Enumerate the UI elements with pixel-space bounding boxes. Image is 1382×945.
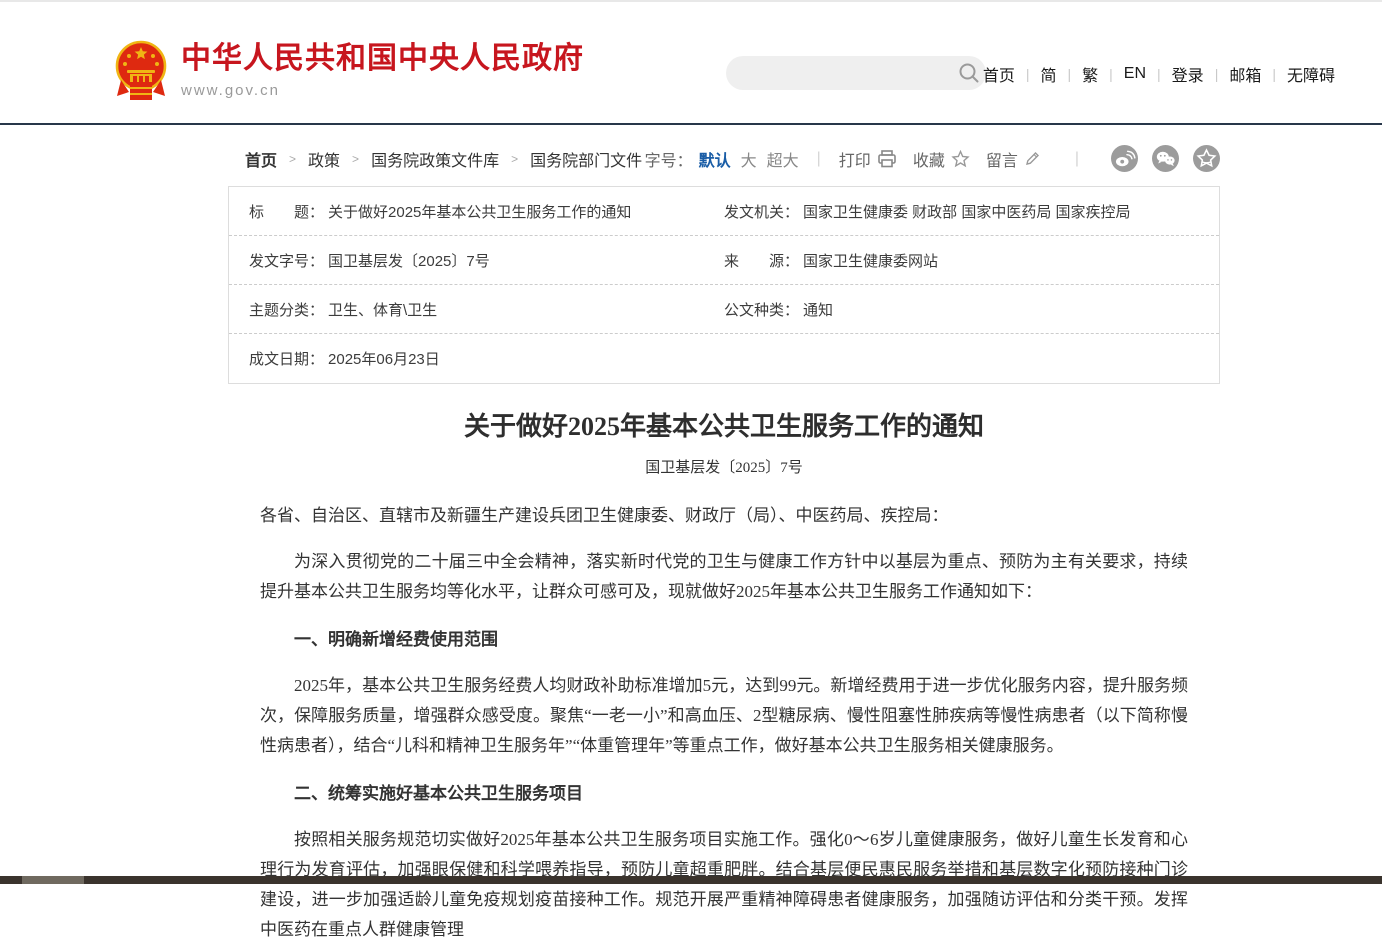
site-header: 中华人民共和国中央人民政府 www.gov.cn 首页 | 简 | 繁 | EN | 登…: [0, 2, 1382, 123]
table-row: 主题分类： 卫生、体育\卫生 公文种类： 通知: [229, 285, 1219, 334]
meta-label-issuing-org: 发文机关：: [724, 201, 799, 222]
article-paragraph: 各省、自治区、直辖市及新疆生产建设兵团卫生健康委、财政厅（局）、中医药局、疾控局…: [260, 501, 1188, 531]
nav-traditional[interactable]: 繁: [1082, 62, 1098, 86]
nav-separator: |: [1109, 66, 1113, 82]
favorite-label: 收藏: [913, 147, 945, 171]
scrollbar-thumb[interactable]: [22, 876, 84, 884]
meta-value-source: 国家卫生健康委网站: [803, 250, 938, 271]
page-title: 关于做好2025年基本公共卫生服务工作的通知: [260, 406, 1188, 443]
meta-value-title: 关于做好2025年基本公共卫生服务工作的通知: [328, 201, 631, 222]
meta-label-doc-number: 发文字号：: [249, 250, 324, 271]
nav-separator: |: [1068, 66, 1072, 82]
meta-label-title: 标 题：: [249, 201, 324, 222]
toolbar-separator: |: [1075, 150, 1079, 168]
meta-label-topic-category: 主题分类：: [249, 299, 324, 320]
meta-label-doc-type: 公文种类：: [724, 299, 799, 320]
meta-value-topic-category: 卫生、体育\卫生: [328, 299, 437, 320]
table-row: 成文日期： 2025年06月23日: [229, 334, 1219, 383]
share-icons: [1097, 145, 1220, 172]
site-logo[interactable]: 中华人民共和国中央人民政府 www.gov.cn: [113, 40, 584, 102]
nav-accessibility[interactable]: 无障碍: [1287, 62, 1335, 86]
nav-login[interactable]: 登录: [1172, 62, 1204, 86]
article-body: 关于做好2025年基本公共卫生服务工作的通知 国卫基层发〔2025〕7号 各省、…: [228, 406, 1220, 945]
nav-separator: |: [1272, 66, 1276, 82]
print-button[interactable]: 打印: [839, 147, 897, 171]
meta-value-doc-type: 通知: [803, 299, 833, 320]
chevron-right-icon: >: [352, 152, 359, 166]
print-label: 打印: [839, 147, 871, 171]
nav-simplified[interactable]: 简: [1040, 62, 1056, 86]
font-size-label: 字号：: [645, 147, 693, 171]
chevron-right-icon: >: [511, 152, 518, 166]
search-box[interactable]: [726, 56, 986, 90]
pencil-icon: [1024, 150, 1041, 167]
article-section-heading: 一、明确新增经费使用范围: [260, 625, 1188, 655]
qzone-icon[interactable]: [1193, 145, 1220, 172]
chevron-right-icon: >: [289, 152, 296, 166]
article-paragraph: 为深入贯彻党的二十届三中全会精神，落实新时代党的卫生与健康工作方针中以基层为重点…: [260, 547, 1188, 607]
nav-separator: |: [1157, 66, 1161, 82]
nav-separator: |: [1026, 66, 1030, 82]
breadcrumb-policy[interactable]: 政策: [308, 147, 340, 171]
meta-label-source: 来 源：: [724, 250, 799, 271]
meta-value-issuing-org: 国家卫生健康委 财政部 国家中医药局 国家疾控局: [803, 201, 1131, 222]
search-input[interactable]: [726, 56, 952, 90]
weibo-icon[interactable]: [1111, 145, 1138, 172]
bottom-scrollbar[interactable]: [0, 876, 1382, 884]
breadcrumb-home[interactable]: 首页: [245, 147, 277, 171]
article-paragraph: 按照相关服务规范切实做好2025年基本公共卫生服务项目实施工作。强化0～6岁儿童…: [260, 825, 1188, 945]
article-section-heading: 二、统筹实施好基本公共卫生服务项目: [260, 779, 1188, 809]
nav-home[interactable]: 首页: [983, 62, 1015, 86]
comment-label: 留言: [986, 147, 1018, 171]
breadcrumb: 首页 > 政策 > 国务院政策文件库 > 国务院部门文件: [245, 147, 642, 171]
favorite-button[interactable]: 收藏: [913, 147, 970, 171]
printer-icon: [877, 150, 897, 168]
meta-label-date: 成文日期：: [249, 348, 324, 369]
site-title: 中华人民共和国中央人民政府: [181, 42, 584, 76]
search-icon[interactable]: [952, 56, 986, 90]
meta-value-date: 2025年06月23日: [328, 348, 440, 369]
font-size-xlarge-button[interactable]: 超大: [767, 147, 799, 171]
nav-mail[interactable]: 邮箱: [1229, 62, 1261, 86]
font-size-default-button[interactable]: 默认: [699, 147, 731, 171]
meta-value-doc-number: 国卫基层发〔2025〕7号: [328, 250, 490, 271]
star-icon: [951, 150, 970, 168]
toolbar-separator: |: [817, 150, 821, 168]
breadcrumb-department-docs[interactable]: 国务院部门文件: [530, 147, 642, 171]
document-meta-table: 标 题： 关于做好2025年基本公共卫生服务工作的通知 发文机关： 国家卫生健康…: [228, 186, 1220, 384]
national-emblem-icon: [113, 40, 169, 102]
table-row: 发文字号： 国卫基层发〔2025〕7号 来 源： 国家卫生健康委网站: [229, 236, 1219, 285]
comment-button[interactable]: 留言: [986, 147, 1041, 171]
top-nav: 首页 | 简 | 繁 | EN | 登录 | 邮箱 | 无障碍: [983, 62, 1335, 86]
wechat-icon[interactable]: [1152, 145, 1179, 172]
nav-english[interactable]: EN: [1124, 65, 1146, 83]
nav-separator: |: [1215, 66, 1219, 82]
font-size-large-button[interactable]: 大: [741, 147, 757, 171]
article-toolbar: 字号： 默认 大 超大 | 打印 收藏: [645, 145, 1220, 172]
table-row: 标 题： 关于做好2025年基本公共卫生服务工作的通知 发文机关： 国家卫生健康…: [229, 187, 1219, 236]
article-paragraph: 2025年，基本公共卫生服务经费人均财政补助标准增加5元，达到99元。新增经费用…: [260, 671, 1188, 761]
breadcrumb-policy-library[interactable]: 国务院政策文件库: [371, 147, 499, 171]
document-number: 国卫基层发〔2025〕7号: [260, 456, 1188, 477]
site-url: www.gov.cn: [181, 82, 584, 99]
